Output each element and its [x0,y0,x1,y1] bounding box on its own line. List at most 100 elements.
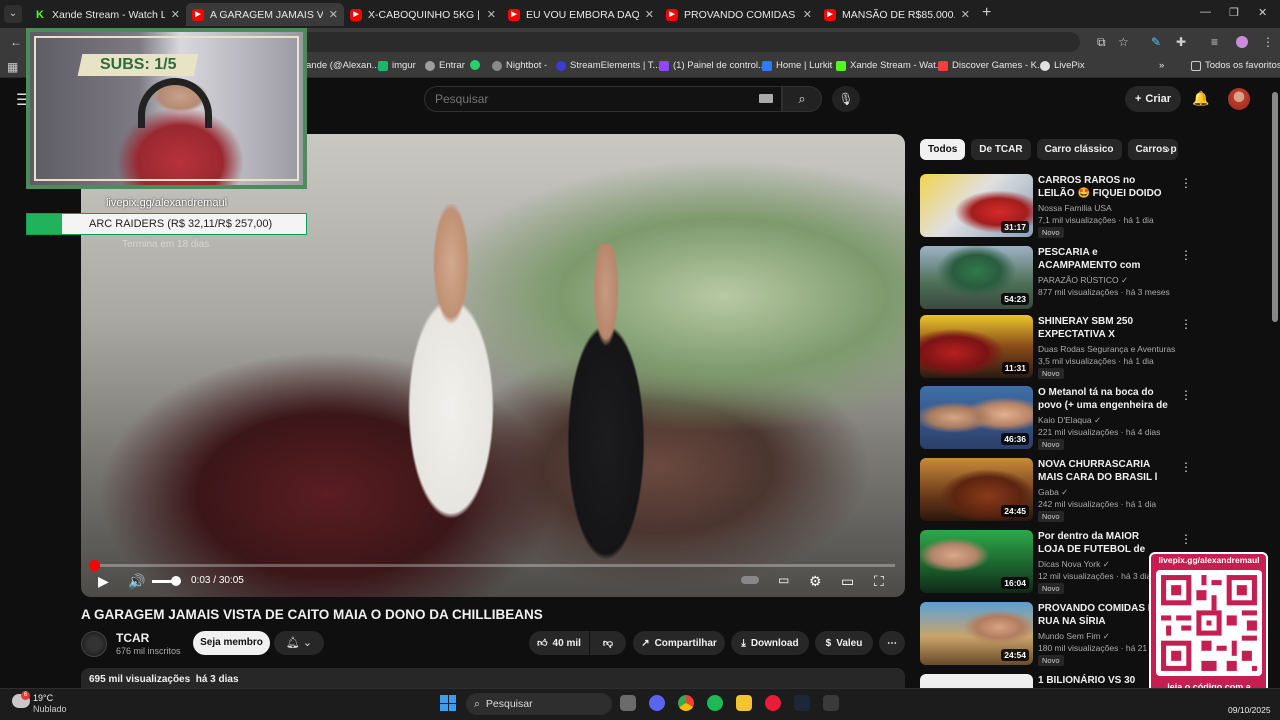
play-icon[interactable]: ▶ [98,573,109,590]
chip-de-tcar[interactable]: De TCAR [971,139,1031,160]
kebab-menu-icon[interactable]: ⋮ [1180,176,1192,190]
fullscreen-icon[interactable]: ⛶ [874,573,884,590]
bookmarks-overflow-icon[interactable]: » [1159,60,1164,71]
recommendation-item[interactable]: 1 BILIONÁRIO VS 30 [920,674,1180,688]
spotify-icon[interactable] [707,695,723,711]
thanks-button[interactable]: $ Valeu [815,631,873,655]
reading-list-icon[interactable]: ≡ [1211,35,1218,49]
theater-mode-icon[interactable]: ▭ [841,573,854,590]
video-thumbnail[interactable]: 11:31 [920,315,1033,378]
close-icon[interactable]: ✕ [645,8,654,21]
video-thumbnail[interactable] [920,674,1033,688]
minimize-icon[interactable]: — [1200,6,1211,18]
chip-todos[interactable]: Todos [920,139,966,160]
user-avatar[interactable] [1228,88,1250,110]
bookmark-item[interactable]: LivePix [1040,60,1085,71]
search-box[interactable] [424,86,782,112]
autoplay-toggle[interactable] [741,576,759,584]
recommendation-item[interactable]: 31:17 CARROS RAROS no LEILÃO 🤩 FIQUEI DO… [920,174,1192,240]
rec-channel[interactable]: Gaba ✓ [1038,487,1068,498]
recommendation-item[interactable]: 46:36 O Metanol tá na boca do povo (+ um… [920,386,1192,452]
windows-start-icon[interactable] [440,695,456,711]
close-icon[interactable]: ✕ [961,8,970,21]
file-explorer-icon[interactable] [736,695,752,711]
bookmark-item[interactable]: Home | Lurkit [762,60,832,71]
weather-description[interactable]: Nublado [33,704,67,714]
rec-title[interactable]: NOVA CHURRASCARIA MAIS CARA DO BRASIL l … [1038,458,1168,484]
recommendation-item[interactable]: 24:45 NOVA CHURRASCARIA MAIS CARA DO BRA… [920,458,1192,524]
bookmark-item[interactable]: Xande Stream - Wat... [836,60,944,71]
dislike-button[interactable]: 👎︎ [590,631,626,655]
video-thumbnail[interactable]: 16:04 [920,530,1033,593]
kebab-menu-icon[interactable]: ⋮ [1180,248,1192,262]
tab-youtube-mansao[interactable]: ▶ MANSÃO DE R$85.000.000,00 ✕ [818,3,976,26]
profile-icon[interactable] [1236,36,1248,48]
close-icon[interactable]: ✕ [171,8,180,21]
create-button[interactable]: + Criar [1125,86,1181,112]
media-player-icon[interactable] [765,695,781,711]
rec-title[interactable]: SHINERAY SBM 250 EXPECTATIVA X REALIDADE… [1038,315,1168,341]
restore-icon[interactable]: ❐ [1229,6,1239,19]
rec-channel[interactable]: Dicas Nova York ✓ [1038,559,1110,570]
tab-youtube-nepal[interactable]: ▶ EU VOU EMBORA DAQUI - Nepal ✕ [502,3,660,26]
rec-channel[interactable]: PARAZÃO RÚSTICO ✓ [1038,275,1128,286]
install-app-icon[interactable]: ⧉ [1097,35,1106,50]
taskbar-search[interactable]: ⌕ Pesquisar [466,693,612,715]
progress-bar[interactable] [89,560,895,571]
tab-kick-stream[interactable]: K Xande Stream - Watch Live on Kick ✕ [28,3,186,26]
bookmark-item[interactable]: ande (@Alexan... [306,60,380,71]
bookmark-item[interactable] [470,60,480,70]
close-window-icon[interactable]: ✕ [1258,6,1267,19]
task-view-icon[interactable] [620,695,636,711]
notifications-bell-icon[interactable]: 🔔 [1192,90,1209,107]
recommendation-item[interactable]: 11:31 SHINERAY SBM 250 EXPECTATIVA X REA… [920,315,1192,381]
recommendation-item[interactable]: 24:54 PROVANDO COMIDAS DE RUA NA SÍRIA M… [920,602,1192,668]
address-bar[interactable] [300,32,1080,52]
kebab-menu-icon[interactable]: ⋮ [1180,532,1192,546]
kebab-menu-icon[interactable]: ⋮ [1180,460,1192,474]
close-icon[interactable]: ✕ [803,8,812,21]
tab-youtube-garagem[interactable]: ▶ A GARAGEM JAMAIS VISTA DE CAITO MAIA ✕ [186,3,344,26]
kebab-menu-icon[interactable]: ⋮ [1180,388,1192,402]
voice-search-button[interactable]: 🎙 [832,86,860,112]
new-tab-button[interactable]: + [982,4,991,22]
bookmark-item[interactable]: Nightbot - [492,60,547,71]
rec-title[interactable]: PESCARIA e ACAMPAMENTO com surpresa não … [1038,246,1168,272]
progress-scrubber[interactable] [89,560,100,571]
discord-icon[interactable] [649,695,665,711]
video-thumbnail[interactable]: 46:36 [920,386,1033,449]
download-button[interactable]: ⤓ Download [731,631,809,655]
extension-icon[interactable]: ✎ [1151,35,1161,49]
bookmark-item[interactable]: Discover Games - K... [938,60,1045,71]
back-icon[interactable]: ← [10,35,22,49]
rec-title[interactable]: O Metanol tá na boca do povo (+ uma enge… [1038,386,1168,412]
chip-carros[interactable]: Carros p [1127,139,1178,160]
tab-youtube-comidas[interactable]: ▶ PROVANDO COMIDAS DE RUA ✕ [660,3,818,26]
apps-grid-icon[interactable]: ▦ [7,60,18,74]
keyboard-icon[interactable] [759,94,773,103]
browser-menu-icon[interactable]: ⋮ [1262,35,1274,49]
channel-name[interactable]: TCAR [116,631,149,645]
rec-channel[interactable]: Mundo Sem Fim ✓ [1038,631,1110,642]
tab-search-icon[interactable]: ⌄ [4,5,22,23]
video-thumbnail[interactable]: 24:54 [920,602,1033,665]
chrome-icon[interactable] [678,695,694,711]
search-button[interactable]: ⌕ [782,86,822,112]
all-bookmarks[interactable]: Todos os favoritos [1191,60,1280,71]
recommendation-item[interactable]: 16:04 Por dentro da MAIOR LOJA DE FUTEBO… [920,530,1192,596]
video-thumbnail[interactable]: 54:23 [920,246,1033,309]
recommendation-item[interactable]: 54:23 PESCARIA e ACAMPAMENTO com surpres… [920,246,1192,312]
page-scrollbar[interactable] [1272,92,1278,322]
close-icon[interactable]: ✕ [487,8,496,21]
weather-temperature[interactable]: 19°C [33,693,53,703]
channel-avatar[interactable] [81,631,107,657]
rec-title[interactable]: CARROS RAROS no LEILÃO 🤩 FIQUEI DOIDO ne… [1038,174,1168,200]
chevron-right-icon[interactable]: › [1166,142,1170,156]
extensions-puzzle-icon[interactable]: ✚ [1176,35,1186,49]
bookmark-item[interactable]: StreamElements | T... [556,60,660,71]
rec-channel[interactable]: Kaio D'Elaqua ✓ [1038,415,1101,426]
bookmark-item[interactable]: imgur [378,60,416,71]
subscribed-bell-button[interactable]: 🔔︎ ⌄ [274,631,324,655]
video-thumbnail[interactable]: 24:45 [920,458,1033,521]
search-input[interactable] [425,87,725,111]
